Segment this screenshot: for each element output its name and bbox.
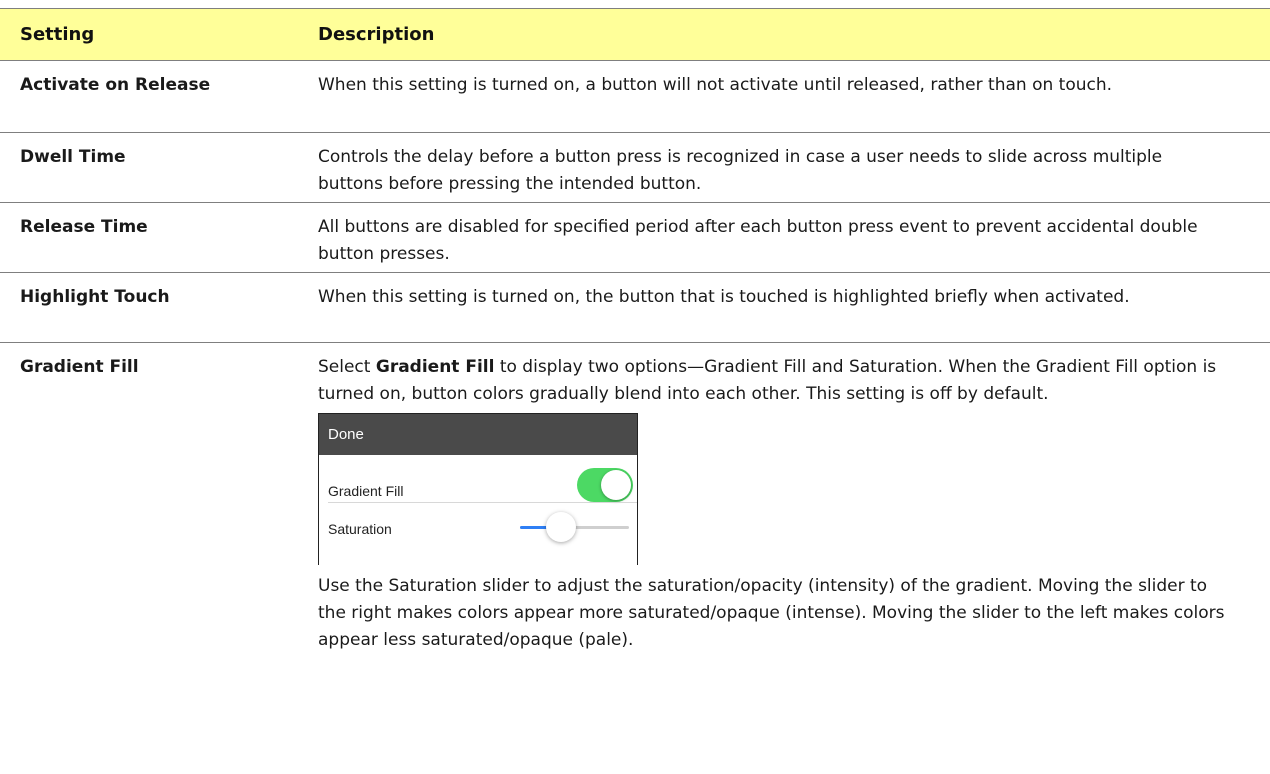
divider <box>328 502 637 503</box>
setting-description: All buttons are disabled for specified p… <box>318 217 1198 264</box>
done-button[interactable]: Done <box>319 414 637 455</box>
setting-name: Release Time <box>20 217 148 237</box>
slider-knob[interactable] <box>546 512 577 542</box>
intro-bold: Gradient Fill <box>375 357 495 377</box>
setting-name: Gradient Fill <box>20 357 139 377</box>
table-row: Release Time All buttons are disabled fo… <box>0 203 1270 273</box>
setting-description: When this setting is turned on, the butt… <box>318 287 1130 307</box>
gradient-intro: Select Gradient Fill to display two opti… <box>318 354 1230 408</box>
toggle-knob <box>601 470 631 500</box>
gradient-after: Use the Saturation slider to adjust the … <box>318 576 1225 650</box>
intro-pre: Select <box>318 357 376 377</box>
table-row: Activate on Release When this setting is… <box>0 61 1270 133</box>
table-row: Dwell Time Controls the delay before a b… <box>0 133 1270 203</box>
gradient-fill-toggle[interactable] <box>577 468 633 502</box>
settings-table: Setting Description Activate on Release … <box>0 8 1270 663</box>
saturation-slider[interactable] <box>520 512 629 542</box>
setting-name: Dwell Time <box>20 147 126 167</box>
setting-description: When this setting is turned on, a button… <box>318 75 1113 95</box>
table-header-row: Setting Description <box>0 8 1270 61</box>
saturation-label: Saturation <box>328 521 392 537</box>
setting-name: Highlight Touch <box>20 287 170 307</box>
setting-name: Activate on Release <box>20 75 211 95</box>
header-description: Description <box>318 24 435 45</box>
header-setting: Setting <box>20 24 95 45</box>
table-row: Gradient Fill Select Gradient Fill to di… <box>0 343 1270 663</box>
setting-description: Controls the delay before a button press… <box>318 147 1163 194</box>
table-row: Highlight Touch When this setting is tur… <box>0 273 1270 343</box>
gradient-fill-label: Gradient Fill <box>328 483 404 499</box>
settings-screenshot: Done Gradient Fill Saturation <box>318 413 638 565</box>
setting-description: Select Gradient Fill to display two opti… <box>318 354 1270 654</box>
